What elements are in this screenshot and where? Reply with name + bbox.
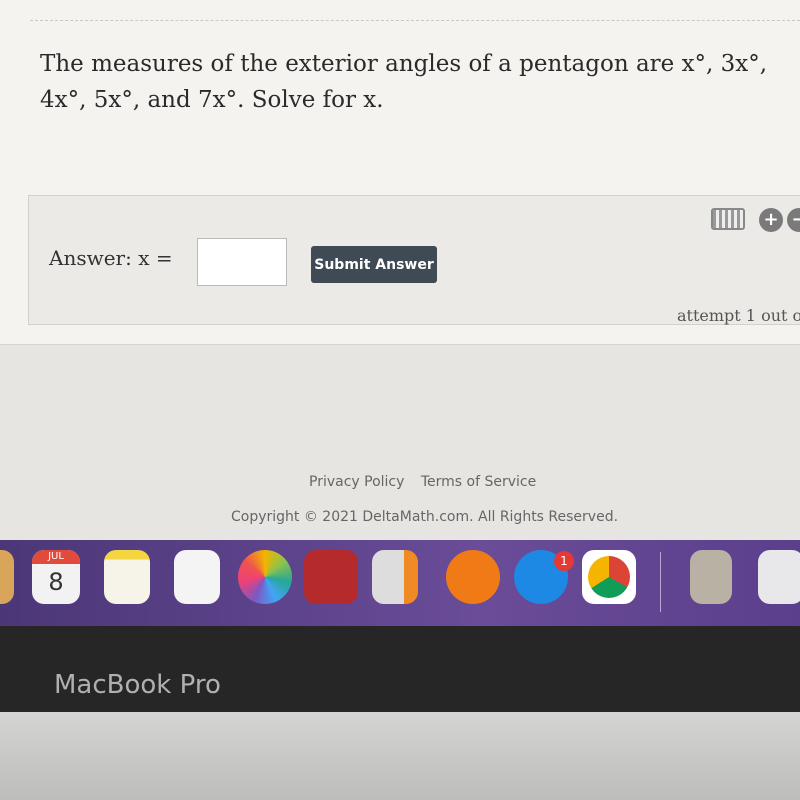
privacy-policy-link[interactable]: Privacy Policy <box>309 474 404 490</box>
attempt-counter: attempt 1 out of <box>677 306 800 325</box>
dock-books[interactable] <box>446 550 500 604</box>
dock-separator <box>660 552 661 612</box>
app-store-badge: 1 <box>554 551 574 571</box>
divider <box>30 20 800 21</box>
dock-finder[interactable] <box>0 550 14 604</box>
dock-photos[interactable] <box>238 550 292 604</box>
dock-photo-booth[interactable] <box>304 550 358 604</box>
question-text: The measures of the exterior angles of a… <box>40 51 768 113</box>
calendar-day: 8 <box>48 568 64 596</box>
copyright: Copyright © 2021 DeltaMath.com. All Righ… <box>231 509 619 525</box>
dock-chrome[interactable] <box>582 550 636 604</box>
keyboard-icon[interactable] <box>711 208 745 230</box>
dock-notes[interactable] <box>104 550 150 604</box>
answer-label: Answer: x = <box>49 246 173 270</box>
bezel: MacBook Pro <box>0 626 800 712</box>
laptop-body <box>0 712 800 800</box>
device-brand: MacBook Pro <box>54 670 221 700</box>
screen: The measures of the exterior angles of a… <box>0 0 800 540</box>
calendar-month: JUL <box>32 550 80 564</box>
dock-reminders[interactable] <box>174 550 220 604</box>
answer-input[interactable] <box>197 238 287 286</box>
zoom-out-icon[interactable]: − <box>787 208 800 232</box>
dock-calculator[interactable] <box>372 550 418 604</box>
dock-downloads[interactable] <box>690 550 732 604</box>
dock-calendar[interactable]: JUL 8 <box>32 550 80 604</box>
dock: JUL 8 <box>0 540 800 626</box>
zoom-in-icon[interactable]: + <box>759 208 783 232</box>
dock-trash[interactable] <box>758 550 800 604</box>
terms-of-service-link[interactable]: Terms of Service <box>421 474 536 490</box>
answer-panel: + − Answer: x = Submit Answer attempt 1 … <box>28 195 800 325</box>
chrome-icon <box>588 556 630 598</box>
submit-answer-button[interactable]: Submit Answer <box>311 246 437 283</box>
